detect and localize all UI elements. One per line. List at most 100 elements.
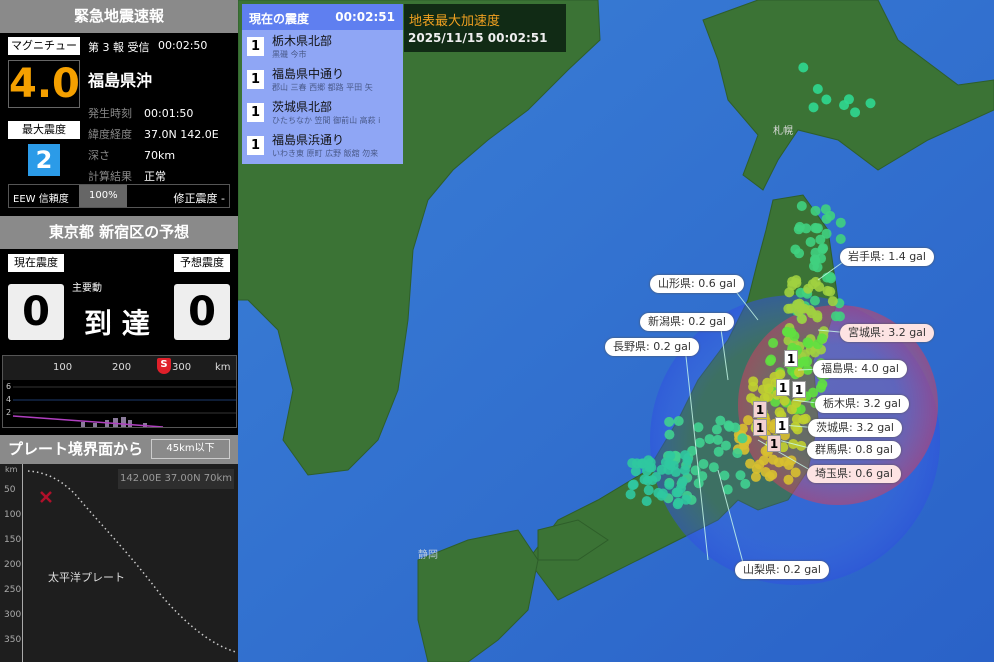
station-dot [803,283,814,294]
station-intensity-marker[interactable]: 1 [753,419,767,436]
station-dot [757,384,768,395]
reliability-bar: EEW 信頼度 100% 修正震度 - [8,184,230,208]
map-view[interactable]: 札幌 静岡 現在の震度 00:02:51 1 栃木県北部 黒磯 今市 1 福島県中… [238,0,994,662]
station-dot [643,485,654,496]
station-dot [790,467,801,478]
station-dot [812,83,823,94]
station-intensity-marker[interactable]: 1 [767,435,781,452]
plate-depth-filter-button[interactable]: 45km以下 [151,439,230,459]
station-dot [643,455,654,466]
station-dot [656,490,667,501]
station-dot [712,434,723,445]
intensity-region: 福島県中通り [272,67,345,81]
station-dot [808,102,819,113]
station-dot [748,376,759,387]
s-wave-marker: S [157,358,171,374]
station-dot [821,94,832,105]
distance-chart: 100 200 300 km S 6 4 2 [2,355,237,428]
station-dot [850,107,861,118]
intensity-list-time: 00:02:51 [335,10,395,24]
station-dot [787,280,798,291]
intensity-list-item[interactable]: 1 福島県中通り 郡山 三春 西郷 都路 平田 矢 [242,63,403,96]
max-intensity-badge: 2 [28,144,60,176]
intensity-region: 茨城県北部 [272,100,333,114]
station-dot [810,247,821,258]
eew-fields: 発生時刻 00:01:50 緯度経度 37.0N 142.0E 深さ 70km 計算結… [88,102,233,186]
station-dot [791,414,802,425]
station-dot [794,367,805,378]
city-label-sapporo: 札幌 [773,126,793,137]
prefecture-pga-label: 茨城県: 3.2 gal [808,419,902,437]
predicted-intensity-value: 0 [174,284,230,340]
intensity-cities: 黒磯 今市 [272,50,307,59]
prefecture-pga-label: 長野県: 0.2 gal [605,338,699,356]
intensity-badge: 1 [247,37,264,56]
pga-title: 地表最大加速度 [409,14,501,29]
corrected-intensity: 修正震度 - [173,192,225,205]
max-intensity-label: 最大震度 [8,121,80,139]
intensity-region: 福島県浜通り [272,133,345,147]
station-dot [745,458,756,469]
current-intensity-label: 現在震度 [8,254,64,272]
field-value: 00:01:50 [144,107,194,120]
station-dot [730,422,741,433]
prefecture-pga-label: 新潟県: 0.2 gal [640,313,734,331]
reliability-label: EEW 信頼度 [13,194,69,205]
station-dot [779,456,790,467]
station-dot [673,487,684,498]
station-dot [693,478,704,489]
station-dot [664,416,675,427]
station-dot [664,429,675,440]
station-dot [839,100,850,111]
field-value: 37.0N 142.0E [144,128,219,141]
intensity-cities: いわき東 原町 広野 飯舘 勿来 [272,149,379,158]
prefecture-pga-label: 群馬県: 0.8 gal [807,441,901,459]
station-intensity-marker[interactable]: 1 [753,401,767,418]
intensity-list-item[interactable]: 1 茨城県北部 ひたちなか 笠間 御前山 高萩 i [242,96,403,129]
intensity-list-title: 現在の震度 [249,12,310,26]
prefecture-pga-label: 山形県: 0.6 gal [650,275,744,293]
station-dot [811,223,822,234]
field-label: 深さ [88,149,110,162]
station-dot [735,470,746,481]
station-dot [715,415,726,426]
station-dot [673,497,684,508]
distance-tick: 200 [112,362,132,373]
station-intensity-marker[interactable]: 1 [784,350,798,367]
station-dot [804,305,815,316]
station-dot [792,299,803,310]
station-dot [713,446,724,457]
station-dot [790,244,801,255]
prefecture-pga-label: 岩手県: 1.4 gal [840,248,934,266]
station-dot [796,201,807,212]
intensity-list-item[interactable]: 1 栃木県北部 黒磯 今市 [242,30,403,63]
station-dot [815,234,826,245]
station-dot [783,474,794,485]
field-label: 緯度経度 [88,128,132,141]
intensity-list-item[interactable]: 1 福島県浜通り いわき東 原町 広野 飯舘 勿来 [242,129,403,162]
prefecture-pga-label: 埼玉県: 0.6 gal [807,465,901,483]
forecast-title: 東京都 新宿区の予想 [0,216,238,249]
station-dot [865,98,876,109]
station-dot [835,217,846,228]
intensity-badge: 1 [247,136,264,155]
station-dot [743,415,754,426]
plate-boundary-curve [27,470,237,653]
intensity-cities: ひたちなか 笠間 御前山 高萩 i [272,116,381,125]
intensity-cities: 郡山 三春 西郷 都路 平田 矢 [272,83,373,92]
station-dot [760,466,771,477]
station-intensity-marker[interactable]: 1 [775,417,789,434]
station-dot [801,223,812,234]
distance-graph [12,386,236,427]
station-dot [627,480,638,491]
station-dot [677,476,688,487]
arrival-status: 到 達 [84,307,150,340]
pga-panel: 地表最大加速度 2025/11/15 00:02:51 [404,4,566,52]
station-dot [647,475,658,486]
station-dot [810,205,821,216]
station-intensity-marker[interactable]: 1 [792,381,806,398]
station-dot [765,356,776,367]
prefecture-pga-label: 栃木県: 3.2 gal [815,395,909,413]
field-label: 発生時刻 [88,107,132,120]
station-intensity-marker[interactable]: 1 [776,379,790,396]
